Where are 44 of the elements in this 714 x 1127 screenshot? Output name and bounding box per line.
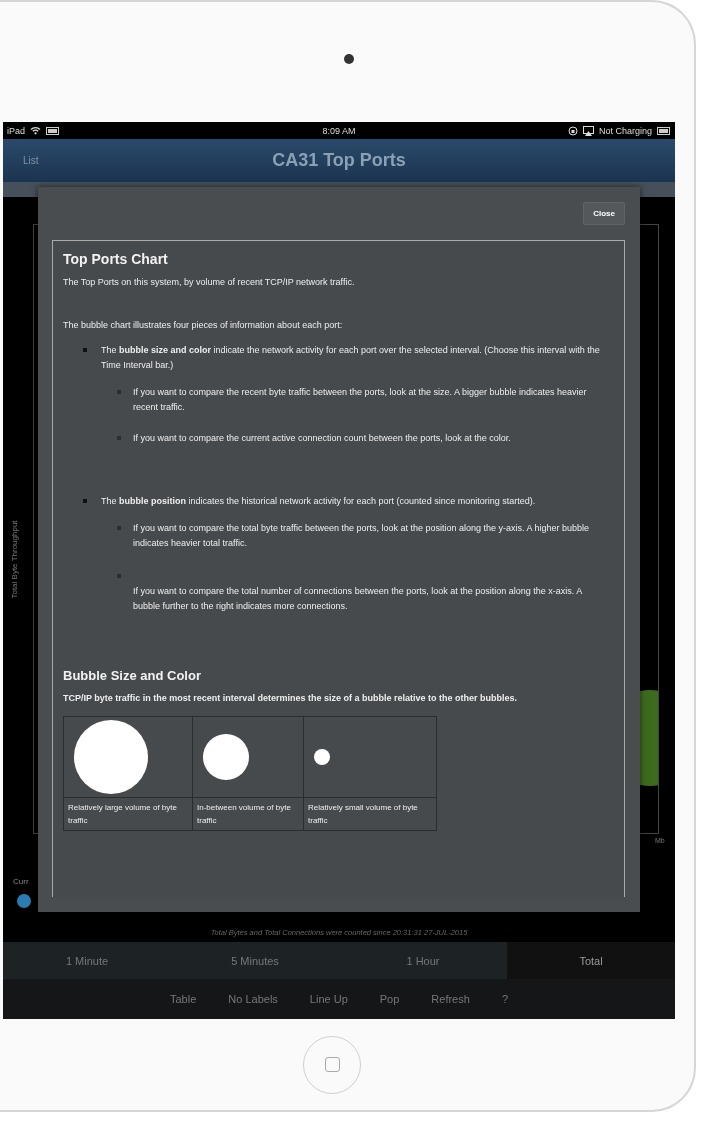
- table-cell-text: In-between volume of byte traffic: [196, 802, 292, 827]
- intro-text: The Top Ports on this system, by volume of recent TCP/IP network traffic.: [63, 276, 356, 289]
- interval-tab[interactable]: 1 Minute: [3, 942, 171, 979]
- toolbar-button[interactable]: Pop: [371, 989, 408, 1009]
- list-button[interactable]: List: [17, 153, 45, 168]
- interval-tab[interactable]: Total: [507, 942, 675, 979]
- legend-label: Curr: [13, 877, 29, 886]
- bullet-text: The bubble position indicates the historical network activity for each port (counted since monitoring started).: [101, 495, 536, 508]
- table-cell-text: Relatively small volume of byte traffic: [307, 802, 419, 827]
- airplay-icon: [582, 125, 594, 136]
- camera-dot: [344, 54, 354, 64]
- section-title: Bubble Size and Color: [63, 668, 202, 683]
- clock-time: 8:09 AM: [322, 125, 356, 136]
- charging-status: Not Charging: [598, 125, 652, 136]
- rotation-lock-icon: [567, 125, 578, 136]
- section-text: TCP/IP byte traffic in the most recent interval determines the size of a bubble relative to the other bubbles.: [63, 692, 518, 705]
- bubble-circle: [203, 734, 249, 780]
- toolbar-button[interactable]: No Labels: [220, 989, 286, 1009]
- table-cell-text: Relatively large volume of byte traffic: [67, 802, 178, 827]
- battery-icon: [657, 126, 671, 135]
- lead-text: The bubble chart illustrates four pieces of information about each port:: [63, 319, 344, 332]
- interval-tab[interactable]: 5 Minutes: [171, 942, 339, 979]
- toolbar-button[interactable]: Line Up: [301, 989, 356, 1009]
- legend-dot: [17, 894, 31, 908]
- help-title: Top Ports Chart: [63, 251, 169, 267]
- bullet-text: If you want to compare the total byte traffic between the ports, look at the position along the y-axis. A higher bubble indicates heavier total traffic.: [133, 522, 591, 550]
- bullet-text: If you want to compare the total number of connections between the ports, look at the position along the x-axis. A bubble further to the right indicates more connections.: [132, 585, 583, 613]
- battery-icon: [46, 126, 60, 135]
- y-axis-label: Total Byte Throughput: [9, 520, 19, 599]
- close-button[interactable]: Close: [583, 202, 625, 225]
- square-icon: [324, 1057, 340, 1072]
- bullet-text: If you want to compare the recent byte traffic between the ports, look at the size. A bigger bubble indicates heavier recent traffic.: [133, 386, 588, 414]
- bullet-text: If you want to compare the current active connection count between the ports, look at the color.: [133, 432, 511, 445]
- bullet-icon: [83, 348, 87, 352]
- bullet-text: The bubble size and color indicate the network activity for each port over the selected interval. (Choose this interval with the Time Interval bar.): [101, 344, 600, 372]
- bubble-circle: [314, 749, 330, 765]
- toolbar-button[interactable]: Table: [162, 989, 205, 1009]
- device-name: iPad: [7, 125, 25, 136]
- wifi-icon: [30, 126, 41, 135]
- bullet-icon: [83, 499, 87, 503]
- interval-tab[interactable]: 1 Hour: [339, 942, 507, 979]
- toolbar-button[interactable]: Refresh: [423, 989, 478, 1009]
- toolbar-button[interactable]: ?: [493, 989, 516, 1009]
- screen-title: CA31 Top Ports: [272, 150, 406, 171]
